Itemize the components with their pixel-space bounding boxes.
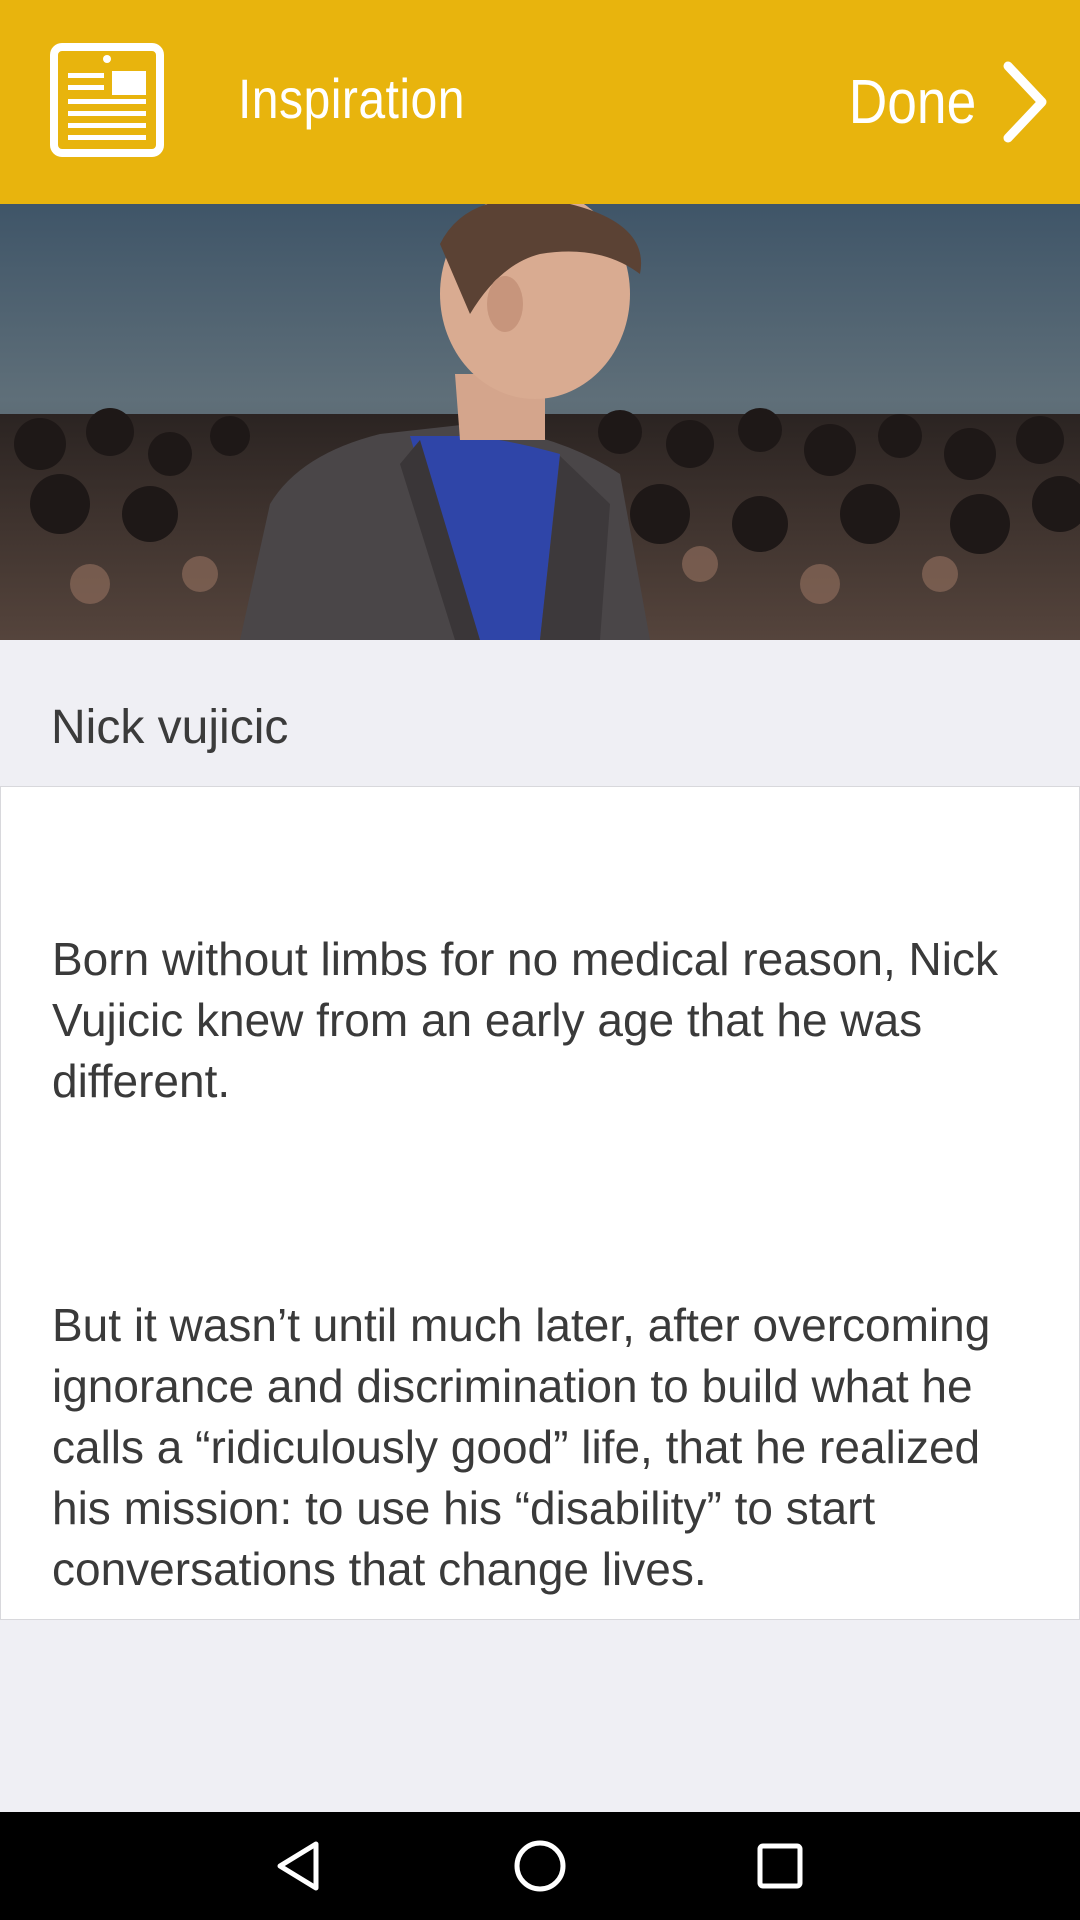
person-photo	[0, 204, 1080, 640]
done-button-label: Done	[848, 67, 976, 137]
done-button[interactable]: Done	[828, 54, 1050, 150]
news-article-icon	[50, 43, 164, 157]
article-card: Born without limbs for no medical reason…	[0, 786, 1080, 1620]
back-triangle-icon[interactable]	[270, 1836, 330, 1896]
recents-square-icon[interactable]	[750, 1836, 810, 1896]
article-name: Nick vujicic	[51, 701, 289, 754]
system-nav-bar	[0, 1812, 1080, 1920]
article-body: Born without limbs for no medical reason…	[52, 807, 1031, 1783]
app-bar: Inspiration Done	[0, 0, 1080, 204]
article-paragraph: But it wasn’t until much later, after ov…	[52, 1299, 1004, 1595]
home-circle-icon[interactable]	[510, 1836, 570, 1896]
page-title: Inspiration	[238, 67, 465, 130]
article-paragraph: Born without limbs for no medical reason…	[52, 933, 1011, 1107]
hero-image	[0, 204, 1080, 640]
chevron-right-icon	[1003, 61, 1047, 143]
